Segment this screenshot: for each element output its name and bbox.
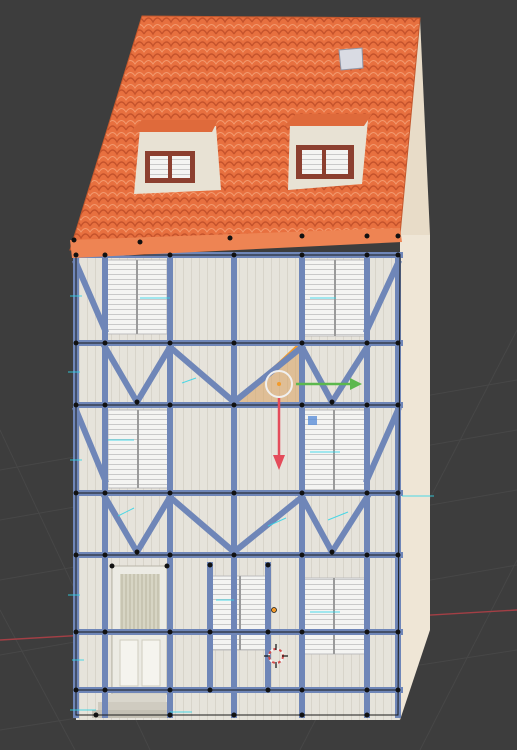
dormer-left bbox=[130, 120, 221, 194]
viewport-canvas[interactable] bbox=[0, 0, 517, 750]
side-wall bbox=[400, 235, 430, 720]
selection-origin bbox=[277, 382, 281, 386]
dormer-right bbox=[284, 114, 372, 190]
roof bbox=[69, 15, 421, 251]
gizmo-plane-handle[interactable] bbox=[308, 416, 317, 425]
3d-viewport[interactable] bbox=[0, 0, 517, 750]
roof-skylight bbox=[338, 47, 364, 71]
origin-point bbox=[271, 607, 277, 613]
